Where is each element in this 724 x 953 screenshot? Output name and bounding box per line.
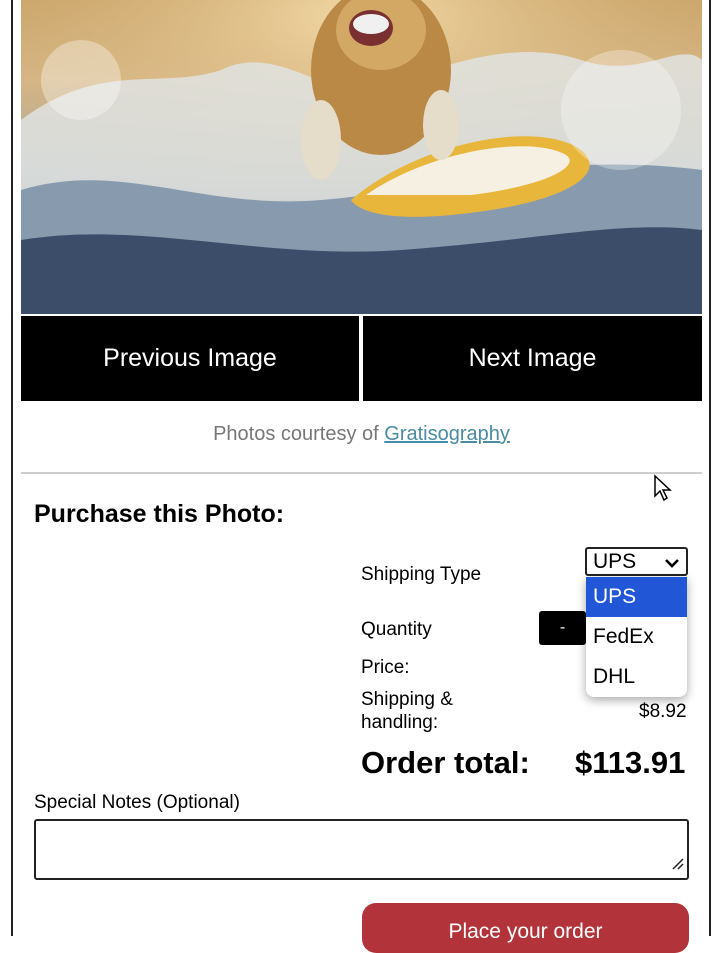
gratisography-link[interactable]: Gratisography [384, 423, 510, 445]
shipping-handling-value: $8.92 [639, 701, 687, 722]
chevron-down-icon [664, 553, 680, 577]
special-notes-label: Special Notes (Optional) [34, 792, 240, 813]
special-notes-textarea[interactable] [34, 819, 689, 880]
shipping-handling-line2: handling: [361, 712, 439, 733]
quantity-decrement-button[interactable]: - [539, 611, 586, 645]
shipping-type-dropdown: UPS FedEx DHL [586, 577, 687, 697]
shipping-selected-value: UPS [593, 549, 637, 573]
price-label: Price: [361, 657, 410, 678]
credit-prefix: Photos courtesy of [213, 423, 385, 445]
section-divider [21, 472, 702, 474]
shipping-option-ups[interactable]: UPS [586, 577, 687, 617]
place-order-button[interactable]: Place your order [362, 903, 689, 953]
shipping-type-select[interactable]: UPS [585, 547, 688, 576]
previous-image-button[interactable]: Previous Image [21, 316, 359, 401]
quantity-label: Quantity [361, 619, 432, 640]
next-image-button[interactable]: Next Image [363, 316, 702, 401]
order-total-value: $113.91 [575, 745, 686, 780]
product-photo [21, 0, 702, 314]
shipping-handling-label: Shipping & handling: [361, 689, 453, 734]
mouse-cursor-icon [653, 474, 673, 507]
purchase-title: Purchase this Photo: [34, 500, 285, 528]
resize-grip-icon[interactable] [670, 856, 684, 875]
shipping-handling-line1: Shipping & [361, 689, 453, 710]
shipping-type-label: Shipping Type [361, 564, 482, 585]
shipping-option-fedex[interactable]: FedEx [586, 617, 687, 657]
order-total-label: Order total: [361, 745, 530, 780]
photo-credit: Photos courtesy of Gratisography [21, 423, 702, 446]
shipping-option-dhl[interactable]: DHL [586, 657, 687, 697]
